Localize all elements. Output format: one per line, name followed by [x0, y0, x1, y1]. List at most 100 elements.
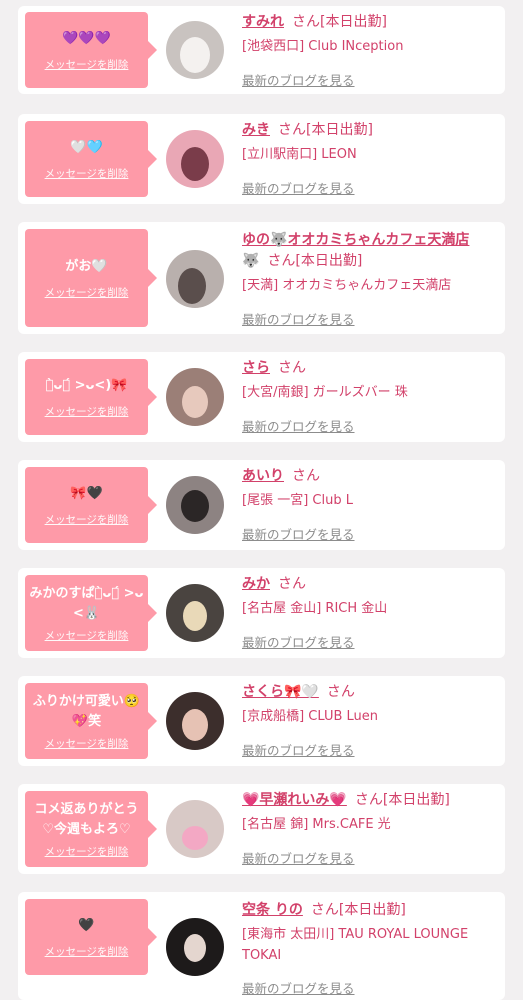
- cast-name-link[interactable]: みき: [242, 122, 270, 138]
- message-bubble: ก̀ᴗก́ >ᴗ<)🎀 メッセージを削除: [25, 359, 157, 435]
- delete-message-link[interactable]: メッセージを削除: [45, 57, 129, 72]
- name-line: みき さん[本日出勤]: [242, 120, 499, 141]
- card-info: さら さん [大宮/南銀] ガールズバー 珠: [242, 358, 499, 403]
- message-bubble: ふりかけ可愛い🥺💖笑 メッセージを削除: [25, 683, 157, 759]
- message-text: ก̀ᴗก́ >ᴗ<)🎀: [45, 377, 128, 393]
- shop-label: [立川駅南口] LEON: [242, 147, 357, 162]
- message-card: 💜💜💜 メッセージを削除 すみれ さん[本日出勤] [池袋西口] Club INc…: [18, 6, 505, 94]
- avatar-image: [166, 918, 224, 976]
- name-suffix: さん: [278, 576, 306, 592]
- name-suffix: さん[本日出勤]: [310, 902, 406, 918]
- latest-blog-link[interactable]: 最新のブログを見る: [242, 309, 355, 328]
- shop-label: [名古屋 錦] Mrs.CAFE 光: [242, 817, 391, 832]
- avatar[interactable]: [166, 476, 224, 534]
- message-text: コメ返ありがとう♡今週もよろ♡: [34, 801, 139, 837]
- delete-message-link[interactable]: メッセージを削除: [45, 285, 129, 300]
- card-info: ゆの🐺オオカミちゃんカフェ天満店 🐺 さん[本日出勤] [天満] オオカミちゃんカ…: [242, 230, 499, 296]
- avatar-image: [166, 130, 224, 188]
- delete-message-link[interactable]: メッセージを削除: [45, 404, 129, 419]
- cast-name-link[interactable]: すみれ: [242, 14, 284, 30]
- avatar[interactable]: [166, 368, 224, 426]
- name-line: さら さん: [242, 358, 499, 379]
- cast-name-link[interactable]: 空条 りの: [242, 902, 303, 918]
- shop-label: [京成船橋] CLUB Luen: [242, 709, 379, 724]
- latest-blog-link[interactable]: 最新のブログを見る: [242, 978, 355, 997]
- card-info: みか さん [名古屋 金山] RICH 金山: [242, 574, 499, 619]
- message-bubble: 🎀🖤 メッセージを削除: [25, 467, 157, 543]
- name-suffix: さん: [278, 360, 306, 376]
- avatar-image: [166, 368, 224, 426]
- latest-blog-link[interactable]: 最新のブログを見る: [242, 178, 355, 197]
- avatar-image: [166, 692, 224, 750]
- message-card: 🖤 メッセージを削除 空条 りの さん[本日出勤] [東海市 太田川] TAU R…: [18, 892, 505, 1000]
- avatar[interactable]: [166, 918, 224, 976]
- card-info: 💗早瀬れいみ💗 さん[本日出勤] [名古屋 錦] Mrs.CAFE 光: [242, 790, 499, 835]
- cast-name-link[interactable]: みか: [242, 576, 270, 592]
- shop-label: [大宮/南銀] ガールズバー 珠: [242, 385, 408, 400]
- card-info: さくら🎀🤍 さん [京成船橋] CLUB Luen: [242, 682, 499, 727]
- message-card: ふりかけ可愛い🥺💖笑 メッセージを削除 さくら🎀🤍 さん [京成船橋] CLUB …: [18, 676, 505, 766]
- cast-name-link[interactable]: さくら🎀🤍: [242, 684, 319, 700]
- avatar-image: [166, 21, 224, 79]
- avatar[interactable]: [166, 584, 224, 642]
- message-bubble: 🖤 メッセージを削除: [25, 899, 157, 975]
- name-suffix: さん[本日出勤]: [354, 792, 450, 808]
- latest-blog-link[interactable]: 最新のブログを見る: [242, 416, 355, 435]
- message-bubble: みかのすぱก̀ᴗก́ >ᴗ<🐰 メッセージを削除: [25, 575, 157, 651]
- name-line: さくら🎀🤍 さん: [242, 682, 499, 703]
- latest-blog-link[interactable]: 最新のブログを見る: [242, 524, 355, 543]
- avatar-image: [166, 250, 224, 308]
- avatar[interactable]: [166, 130, 224, 188]
- delete-message-link[interactable]: メッセージを削除: [45, 944, 129, 959]
- message-card: がお🤍 メッセージを削除 ゆの🐺オオカミちゃんカフェ天満店 🐺 さん[本日出勤] …: [18, 222, 505, 334]
- name-suffix: さん[本日出勤]: [278, 122, 373, 138]
- name-line: みか さん: [242, 574, 499, 595]
- message-card: 🤍🩵 メッセージを削除 みき さん[本日出勤] [立川駅南口] LEON 最新のブ…: [18, 114, 505, 204]
- shop-label: [名古屋 金山] RICH 金山: [242, 601, 388, 616]
- name-suffix: さん[本日出勤]: [267, 253, 363, 269]
- delete-message-link[interactable]: メッセージを削除: [45, 736, 129, 751]
- name-line: すみれ さん[本日出勤]: [242, 12, 499, 33]
- card-info: みき さん[本日出勤] [立川駅南口] LEON: [242, 120, 499, 165]
- latest-blog-link[interactable]: 最新のブログを見る: [242, 70, 355, 89]
- name-line: あいり さん: [242, 466, 499, 487]
- message-bubble: コメ返ありがとう♡今週もよろ♡ メッセージを削除: [25, 791, 157, 867]
- delete-message-link[interactable]: メッセージを削除: [45, 628, 129, 643]
- latest-blog-link[interactable]: 最新のブログを見る: [242, 740, 355, 759]
- message-text: 🖤: [78, 917, 95, 933]
- shop-label: [池袋西口] Club INception: [242, 39, 404, 54]
- avatar[interactable]: [166, 21, 224, 79]
- avatar[interactable]: [166, 692, 224, 750]
- avatar-image: [166, 476, 224, 534]
- cast-name-link[interactable]: さら: [242, 360, 270, 376]
- message-card: コメ返ありがとう♡今週もよろ♡ メッセージを削除 💗早瀬れいみ💗 さん[本日出勤]…: [18, 784, 505, 874]
- shop-label: [天満] オオカミちゃんカフェ天満店: [242, 278, 452, 293]
- cast-name-continued[interactable]: 🐺: [242, 253, 259, 269]
- cast-name-link[interactable]: ゆの🐺オオカミちゃんカフェ天満店: [242, 232, 469, 248]
- message-text: がお🤍: [65, 258, 108, 274]
- name-line-2: 🐺 さん[本日出勤]: [242, 251, 499, 272]
- cast-name-link[interactable]: 💗早瀬れいみ💗: [242, 792, 347, 808]
- name-suffix: さん[本日出勤]: [292, 14, 387, 30]
- latest-blog-link[interactable]: 最新のブログを見る: [242, 632, 355, 651]
- card-info: あいり さん [尾張 一宮] Club L: [242, 466, 499, 511]
- message-bubble: 💜💜💜 メッセージを削除: [25, 12, 157, 88]
- latest-blog-link[interactable]: 最新のブログを見る: [242, 848, 355, 867]
- avatar-image: [166, 800, 224, 858]
- shop-label: [東海市 太田川] TAU ROYAL LOUNGE TOKAI: [242, 927, 469, 963]
- message-bubble: がお🤍 メッセージを削除: [25, 229, 157, 327]
- name-suffix: さん: [326, 684, 355, 700]
- avatar[interactable]: [166, 800, 224, 858]
- message-card: 🎀🖤 メッセージを削除 あいり さん [尾張 一宮] Club L 最新のブログを…: [18, 460, 505, 550]
- name-line: ゆの🐺オオカミちゃんカフェ天満店: [242, 230, 499, 251]
- card-info: 空条 りの さん[本日出勤] [東海市 太田川] TAU ROYAL LOUNGE…: [242, 900, 499, 966]
- delete-message-link[interactable]: メッセージを削除: [45, 844, 129, 859]
- cast-name-link[interactable]: あいり: [242, 468, 284, 484]
- delete-message-link[interactable]: メッセージを削除: [45, 166, 129, 181]
- message-text: 🎀🖤: [70, 485, 103, 501]
- avatar[interactable]: [166, 250, 224, 308]
- name-line: 空条 りの さん[本日出勤]: [242, 900, 499, 921]
- delete-message-link[interactable]: メッセージを削除: [45, 512, 129, 527]
- message-card: ก̀ᴗก́ >ᴗ<)🎀 メッセージを削除 さら さん [大宮/南銀] ガールズバー…: [18, 352, 505, 442]
- name-suffix: さん: [292, 468, 320, 484]
